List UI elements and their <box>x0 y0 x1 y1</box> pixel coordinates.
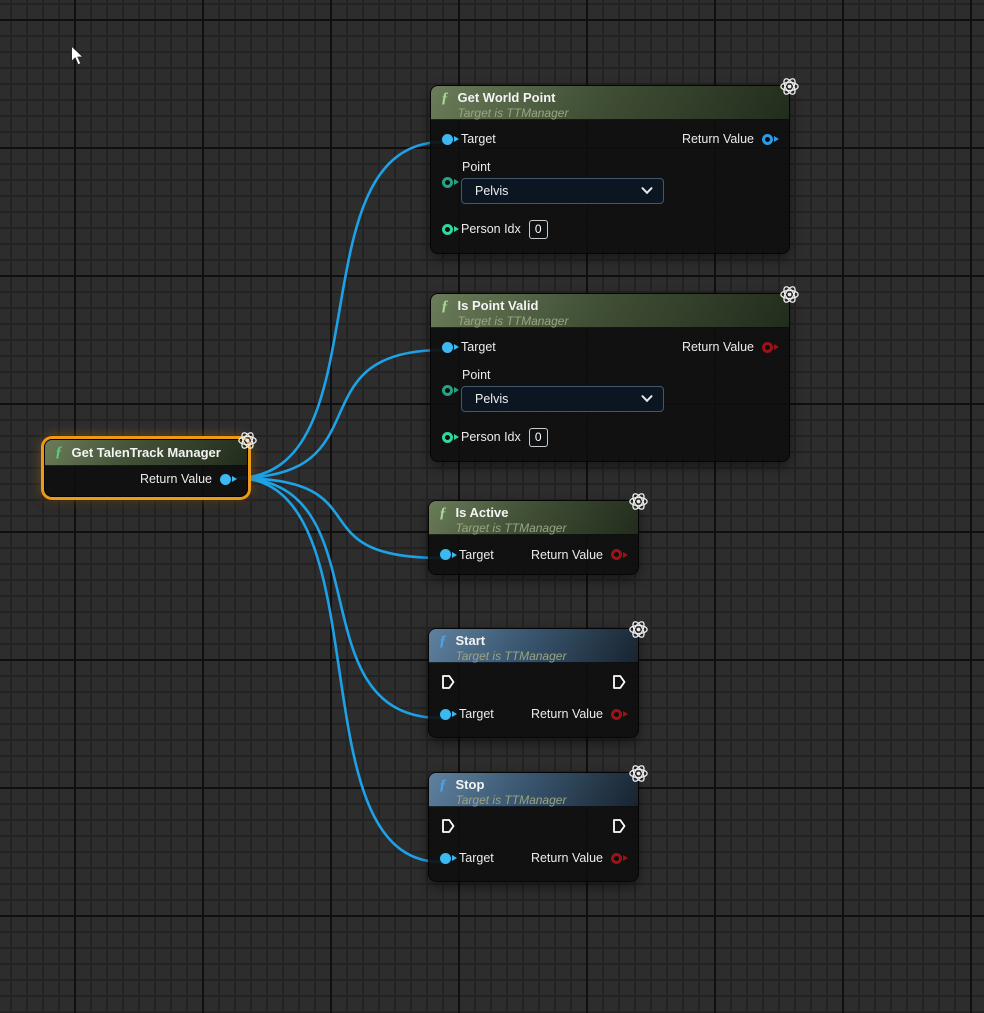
node-subtitle: Target is TTManager <box>456 521 567 536</box>
point-enum-dropdown[interactable]: Pelvis <box>461 178 664 204</box>
node-subtitle: Target is TTManager <box>456 793 567 808</box>
function-icon: ƒ <box>439 777 447 794</box>
node-header[interactable]: ƒ Is Point Valid Target is TTManager <box>431 294 789 328</box>
reflection-icon <box>627 762 650 785</box>
pin-label-point: Point <box>462 160 664 174</box>
reflection-icon <box>236 429 259 452</box>
chevron-down-icon <box>641 184 653 198</box>
node-subtitle: Target is TTManager <box>456 649 567 664</box>
node-stop[interactable]: ƒ Stop Target is TTManager Target Return… <box>428 772 639 882</box>
node-header[interactable]: ƒ Stop Target is TTManager <box>429 773 638 807</box>
pin-label-target: Target <box>459 851 494 865</box>
pin-label-target: Target <box>459 548 494 562</box>
wire-to-stop[interactable] <box>236 478 441 862</box>
node-get-world-point[interactable]: ƒ Get World Point Target is TTManager Ta… <box>430 85 790 254</box>
exec-out-pin[interactable] <box>612 674 626 695</box>
pin-label-return-value: Return Value <box>682 132 754 146</box>
function-icon: ƒ <box>55 444 63 461</box>
pin-target-object[interactable] <box>440 549 451 560</box>
exec-in-pin[interactable] <box>441 818 455 839</box>
pin-label-return-value: Return Value <box>531 707 603 721</box>
function-icon: ƒ <box>439 633 447 650</box>
person-idx-input[interactable]: 0 <box>529 220 548 239</box>
pin-label-target: Target <box>461 340 496 354</box>
pin-target-object[interactable] <box>442 342 453 353</box>
pin-label-return-value: Return Value <box>140 472 212 486</box>
node-title: Is Point Valid <box>458 298 569 314</box>
blueprint-graph-canvas[interactable]: ƒ Get TalenTrack Manager Return Value ƒ … <box>0 0 984 1013</box>
pin-label-return-value: Return Value <box>531 851 603 865</box>
pin-person-idx-int[interactable] <box>442 432 453 443</box>
wire-to-start[interactable] <box>236 478 441 718</box>
reflection-icon <box>627 490 650 513</box>
node-get-talentrack-manager[interactable]: ƒ Get TalenTrack Manager Return Value <box>44 439 248 497</box>
node-title: Start <box>456 633 567 649</box>
pin-return-value-bool[interactable] <box>611 549 622 560</box>
pin-return-value-bool[interactable] <box>611 709 622 720</box>
exec-out-pin[interactable] <box>612 818 626 839</box>
wire-to-is-active[interactable] <box>236 478 441 558</box>
pin-label-return-value: Return Value <box>682 340 754 354</box>
node-header[interactable]: ƒ Get TalenTrack Manager <box>45 440 247 466</box>
point-enum-dropdown[interactable]: Pelvis <box>461 386 664 412</box>
point-enum-value: Pelvis <box>475 184 641 198</box>
node-header[interactable]: ƒ Start Target is TTManager <box>429 629 638 663</box>
node-subtitle: Target is TTManager <box>458 106 569 121</box>
node-start[interactable]: ƒ Start Target is TTManager Target Retur… <box>428 628 639 738</box>
reflection-icon <box>627 618 650 641</box>
mouse-cursor <box>70 45 85 72</box>
wire-to-is-point-valid[interactable] <box>236 350 443 478</box>
pin-target-object[interactable] <box>442 134 453 145</box>
node-title: Get TalenTrack Manager <box>72 445 221 461</box>
node-header[interactable]: ƒ Get World Point Target is TTManager <box>431 86 789 120</box>
function-icon: ƒ <box>439 505 447 522</box>
pin-label-person-idx: Person Idx <box>461 222 521 236</box>
pin-return-value-bool[interactable] <box>611 853 622 864</box>
person-idx-input[interactable]: 0 <box>529 428 548 447</box>
wire-to-get-world-point[interactable] <box>236 142 443 478</box>
pin-label-target: Target <box>459 707 494 721</box>
pin-label-person-idx: Person Idx <box>461 430 521 444</box>
pin-target-object[interactable] <box>440 853 451 864</box>
pin-point-enum[interactable] <box>442 177 453 188</box>
node-title: Stop <box>456 777 567 793</box>
node-is-point-valid[interactable]: ƒ Is Point Valid Target is TTManager Tar… <box>430 293 790 462</box>
node-subtitle: Target is TTManager <box>458 314 569 329</box>
pin-label-point: Point <box>462 368 664 382</box>
node-title: Is Active <box>456 505 567 521</box>
chevron-down-icon <box>641 392 653 406</box>
exec-in-pin[interactable] <box>441 674 455 695</box>
node-is-active[interactable]: ƒ Is Active Target is TTManager Target R… <box>428 500 639 575</box>
pin-label-target: Target <box>461 132 496 146</box>
point-enum-value: Pelvis <box>475 392 641 406</box>
reflection-icon <box>778 283 801 306</box>
pin-label-return-value: Return Value <box>531 548 603 562</box>
pin-target-object[interactable] <box>440 709 451 720</box>
pin-return-value-bool[interactable] <box>762 342 773 353</box>
pin-person-idx-int[interactable] <box>442 224 453 235</box>
pin-return-value-object[interactable] <box>762 134 773 145</box>
node-title: Get World Point <box>458 90 569 106</box>
pin-return-value-object[interactable] <box>220 474 231 485</box>
function-icon: ƒ <box>441 298 449 315</box>
function-icon: ƒ <box>441 90 449 107</box>
node-header[interactable]: ƒ Is Active Target is TTManager <box>429 501 638 535</box>
reflection-icon <box>778 75 801 98</box>
pin-point-enum[interactable] <box>442 385 453 396</box>
